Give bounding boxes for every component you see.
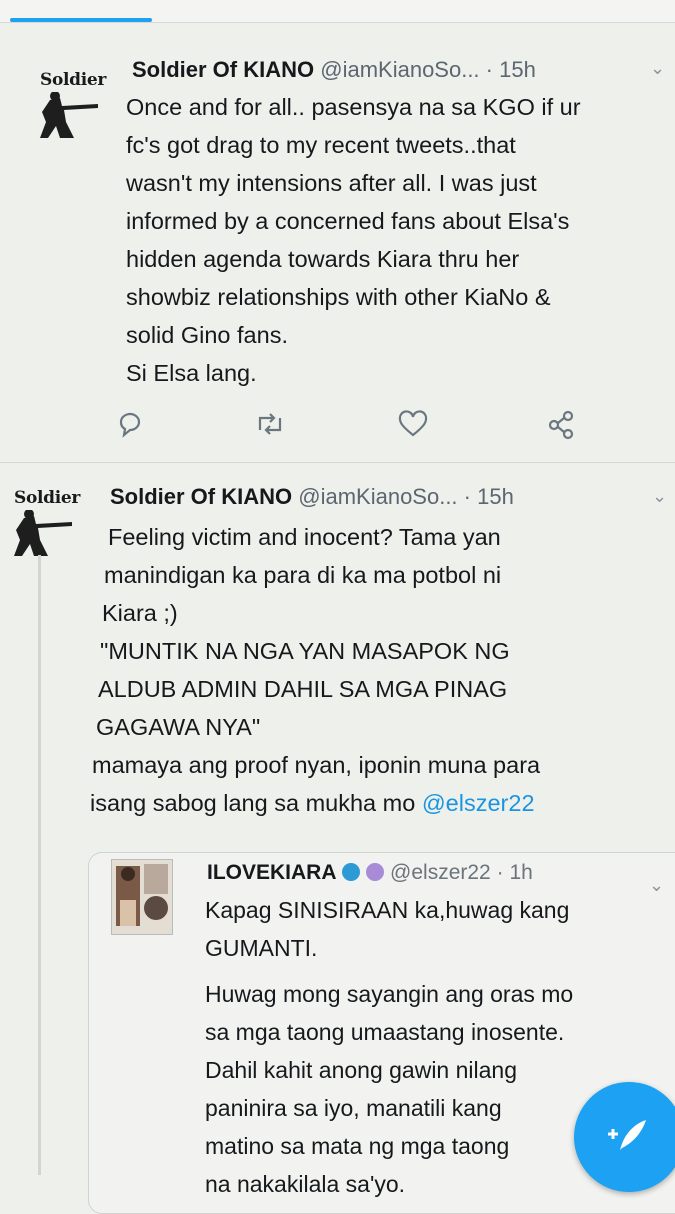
- tweet-line: mamaya ang proof nyan, iponin muna para: [92, 752, 541, 778]
- reply-icon[interactable]: [116, 410, 144, 443]
- tweet-line: Once and for all.. pasensya na sa KGO if…: [126, 94, 581, 120]
- separator-dot: ·: [496, 861, 504, 884]
- retweet-icon[interactable]: [254, 410, 286, 443]
- avatar[interactable]: Soldier: [36, 70, 106, 146]
- compose-feather-icon: [604, 1116, 648, 1161]
- tweet-actions: [0, 410, 675, 450]
- avatar[interactable]: [111, 859, 173, 935]
- tweet-line: Feeling victim and inocent? Tama yan: [108, 524, 501, 550]
- tweet-time: 15h: [499, 57, 536, 82]
- sparkle-emoji-icon: [366, 863, 385, 881]
- quote-line: paninira sa iyo, manatili kang: [205, 1095, 502, 1121]
- tweet-line: "MUNTIK NA NGA YAN MASAPOK NG: [100, 638, 510, 664]
- soldier-icon: [14, 510, 72, 556]
- chevron-down-icon[interactable]: ⌄: [650, 58, 665, 79]
- quote-text: Kapag SINISIRAAN ka,huwag kang GUMANTI. …: [205, 891, 573, 1203]
- author-name[interactable]: Soldier Of KIANO: [132, 57, 314, 82]
- tweet-time: 15h: [477, 484, 514, 509]
- top-tab-bar: [0, 0, 675, 23]
- tweet-line: informed by a concerned fans about Elsa'…: [126, 208, 570, 234]
- quote-line: Dahil kahit anong gawin nilang: [205, 1057, 517, 1083]
- avatar-logo-text: Soldier: [40, 70, 107, 90]
- chevron-down-icon[interactable]: ⌄: [652, 486, 667, 507]
- avatar-photo-icon: [112, 860, 172, 934]
- separator-dot: ·: [485, 57, 493, 82]
- author-name[interactable]: Soldier Of KIANO: [110, 484, 292, 509]
- quote-line: sa mga taong umaastang inosente.: [205, 1019, 565, 1045]
- soldier-icon: [40, 92, 98, 138]
- tweet-line: GAGAWA NYA": [96, 714, 261, 740]
- quote-line: na nakakilala sa'yo.: [205, 1171, 406, 1197]
- tweet-line: isang sabog lang sa mukha mo @elszer22: [90, 784, 540, 822]
- tweet-line: hidden agenda towards Kiara thru her: [126, 246, 520, 272]
- quote-author-name[interactable]: ILOVEKIARA: [207, 861, 337, 884]
- tweet-line: wasn't my intensions after all. I was ju…: [126, 170, 537, 196]
- tweet-line: manindigan ka para di ka ma potbol ni: [104, 562, 502, 588]
- tweet-header: Soldier Of KIANO @iamKianoSo... · 15h: [132, 57, 536, 83]
- mention-link[interactable]: @elszer22: [422, 790, 535, 816]
- tweet-text: Once and for all.. pasensya na sa KGO if…: [126, 88, 581, 392]
- tweet-line: fc's got drag to my recent tweets..that: [126, 132, 516, 158]
- quote-line: matino sa mata ng mga taong: [205, 1133, 510, 1159]
- compose-tweet-button[interactable]: [574, 1082, 675, 1192]
- globe-emoji-icon: [342, 863, 361, 881]
- active-tab-indicator: [10, 18, 152, 22]
- quote-line: Huwag mong sayangin ang oras mo: [205, 981, 574, 1007]
- tweet-divider: [0, 462, 675, 463]
- thread-line: [38, 555, 41, 1175]
- author-handle[interactable]: @iamKianoSo...: [298, 484, 457, 509]
- tweet-header: Soldier Of KIANO @iamKianoSo... · 15h: [110, 484, 514, 510]
- tweet-text: Feeling victim and inocent? Tama yan man…: [90, 518, 541, 822]
- quote-line: GUMANTI.: [205, 935, 318, 961]
- share-icon[interactable]: [546, 410, 576, 445]
- tweet-line: solid Gino fans.: [126, 322, 288, 348]
- quote-line: Kapag SINISIRAAN ka,huwag kang: [205, 897, 570, 923]
- quote-author-handle[interactable]: @elszer22: [390, 861, 491, 884]
- tweet-line: Kiara ;): [102, 600, 178, 626]
- tweet-line: ALDUB ADMIN DAHIL SA MGA PINAG: [98, 676, 508, 702]
- tweet-line: showbiz relationships with other KiaNo &: [126, 284, 551, 310]
- author-handle[interactable]: @iamKianoSo...: [320, 57, 479, 82]
- chevron-down-icon[interactable]: ⌄: [649, 875, 664, 896]
- avatar-logo-text: Soldier: [14, 488, 81, 508]
- quote-header: ILOVEKIARA @elszer22 · 1h: [207, 861, 533, 885]
- tweet-line: Si Elsa lang.: [126, 360, 257, 386]
- tweet-line-text: isang sabog lang sa mukha mo: [90, 790, 416, 816]
- avatar[interactable]: Soldier: [10, 488, 80, 564]
- like-icon[interactable]: [398, 410, 428, 443]
- separator-dot: ·: [463, 484, 471, 509]
- quote-time: 1h: [509, 861, 533, 884]
